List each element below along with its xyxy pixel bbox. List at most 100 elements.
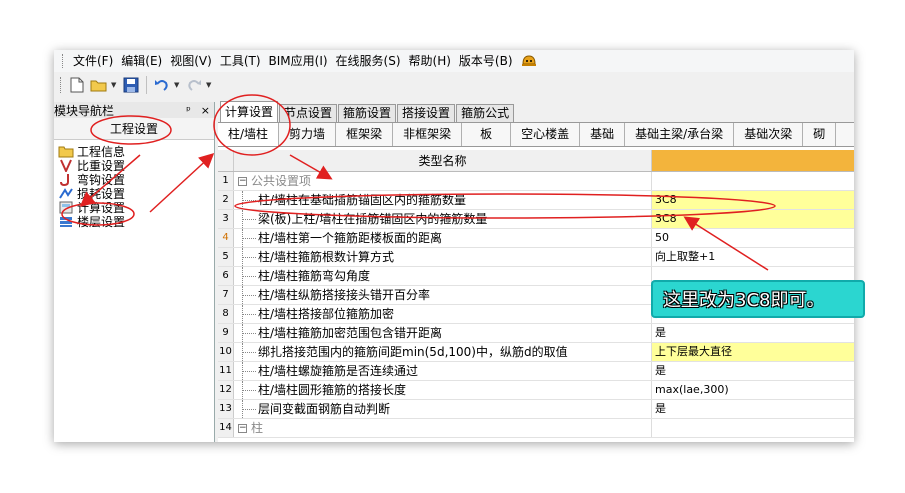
row-name-label: 梁(板)上柱/墙柱在插筋锚固区内的箍筋数量 bbox=[258, 212, 488, 226]
tree-line-icon bbox=[234, 362, 258, 380]
collapse-icon[interactable]: − bbox=[238, 176, 247, 186]
tab-masonry[interactable]: 砌 bbox=[803, 123, 837, 146]
row-value-cell[interactable]: max(lae,300) bbox=[652, 381, 854, 399]
module-navigation-titlebar: 模块导航栏 ᵖ × bbox=[54, 102, 214, 118]
row-value-cell[interactable]: 向上取整+1 bbox=[652, 248, 854, 266]
row-value-cell[interactable]: 3C8 bbox=[652, 210, 854, 228]
menu-bim[interactable]: BIM应用(I) bbox=[265, 50, 332, 72]
redo-dropdown-icon[interactable]: ▼ bbox=[206, 81, 214, 89]
row-value-cell bbox=[652, 419, 854, 437]
app-window: 文件(F) 编辑(E) 视图(V) 工具(T) BIM应用(I) 在线服务(S)… bbox=[54, 50, 854, 442]
tab-calc-settings[interactable]: 计算设置 bbox=[220, 101, 279, 122]
tab-shear-wall[interactable]: 剪力墙 bbox=[279, 123, 337, 146]
row-name-label: 柱/墙柱箍筋加密范围包含错开距离 bbox=[258, 326, 443, 340]
tree-line-icon bbox=[234, 286, 258, 304]
settings-pane: 计算设置 节点设置 箍筋设置 搭接设置 箍筋公式 柱/墙柱 剪力墙 框架梁 非框… bbox=[218, 101, 854, 442]
tab-node-settings[interactable]: 节点设置 bbox=[279, 104, 338, 122]
nav-item-floor-settings[interactable]: 楼层设置 bbox=[58, 214, 214, 229]
table-row[interactable]: 4 柱/墙柱第一个箍筋距楼板面的距离 50 bbox=[218, 229, 854, 248]
tree-line-icon bbox=[234, 248, 258, 266]
close-icon[interactable]: × bbox=[201, 104, 210, 117]
tree-line-icon bbox=[234, 191, 258, 209]
row-name-label: 柱/墙柱第一个箍筋距楼板面的距离 bbox=[258, 231, 443, 245]
row-name-label: 柱/墙柱搭接部位箍筋加密 bbox=[258, 307, 395, 321]
row-name-cell: 梁(板)上柱/墙柱在插筋锚固区内的箍筋数量 bbox=[234, 210, 652, 228]
redo-icon[interactable] bbox=[184, 75, 204, 95]
menu-file[interactable]: 文件(F) bbox=[69, 50, 117, 72]
tab-foundation-main-beam[interactable]: 基础主梁/承台梁 bbox=[625, 123, 735, 146]
menu-edit[interactable]: 编辑(E) bbox=[117, 50, 166, 72]
tab-frame-beam[interactable]: 框架梁 bbox=[336, 123, 394, 146]
new-file-icon[interactable] bbox=[67, 75, 87, 95]
row-name-label: 柱/墙柱箍筋弯勾角度 bbox=[258, 269, 371, 283]
row-number: 12 bbox=[218, 381, 234, 399]
tree-line-icon bbox=[234, 400, 258, 418]
settings-tabs: 计算设置 节点设置 箍筋设置 搭接设置 箍筋公式 bbox=[218, 101, 854, 123]
pin-icon[interactable]: ᵖ bbox=[186, 104, 191, 117]
tree-line-icon bbox=[234, 305, 258, 323]
row-number: 4 bbox=[218, 229, 234, 247]
hook-settings-icon bbox=[60, 173, 69, 186]
table-row[interactable]: 5 柱/墙柱箍筋根数计算方式 向上取整+1 bbox=[218, 248, 854, 267]
value-header bbox=[652, 150, 854, 171]
tab-foundation[interactable]: 基础 bbox=[580, 123, 626, 146]
tab-lap-settings[interactable]: 搭接设置 bbox=[397, 104, 456, 122]
tab-project-settings[interactable]: 工程设置 bbox=[54, 118, 214, 140]
menu-version[interactable]: 版本号(B) bbox=[455, 50, 517, 72]
tree-line-icon bbox=[234, 343, 258, 361]
tab-stirrup-settings[interactable]: 箍筋设置 bbox=[338, 104, 397, 122]
row-name-label: 柱/墙柱螺旋箍筋是否连续通过 bbox=[258, 364, 419, 378]
row-value-cell[interactable]: 是 bbox=[652, 400, 854, 418]
table-row[interactable]: 12 柱/墙柱圆形箍筋的搭接长度 max(lae,300) bbox=[218, 381, 854, 400]
menu-help[interactable]: 帮助(H) bbox=[405, 50, 455, 72]
tab-non-frame-beam[interactable]: 非框架梁 bbox=[393, 123, 463, 146]
tab-slab[interactable]: 板 bbox=[462, 123, 512, 146]
collapse-icon[interactable]: − bbox=[238, 423, 247, 433]
save-icon[interactable] bbox=[121, 75, 141, 95]
row-number: 8 bbox=[218, 305, 234, 323]
row-name-cell: 柱/墙柱纵筋搭接接头错开百分率 bbox=[234, 286, 652, 304]
undo-dropdown-icon[interactable]: ▼ bbox=[174, 81, 182, 89]
row-number: 5 bbox=[218, 248, 234, 266]
undo-icon[interactable] bbox=[152, 75, 172, 95]
table-row[interactable]: 13 层间变截面钢筋自动判断 是 bbox=[218, 400, 854, 419]
table-row[interactable]: 11 柱/墙柱螺旋箍筋是否连续通过 是 bbox=[218, 362, 854, 381]
table-row[interactable]: 3 梁(板)上柱/墙柱在插筋锚固区内的箍筋数量 3C8 bbox=[218, 210, 854, 229]
grid-header: 类型名称 bbox=[218, 150, 854, 172]
table-row[interactable]: 9 柱/墙柱箍筋加密范围包含错开距离 是 bbox=[218, 324, 854, 343]
row-value-cell[interactable]: 是 bbox=[652, 324, 854, 342]
group-row[interactable]: 14− 柱 bbox=[218, 419, 854, 438]
helmet-icon[interactable] bbox=[521, 54, 537, 68]
row-number-header bbox=[218, 150, 234, 171]
row-value-cell bbox=[652, 172, 854, 190]
open-folder-icon[interactable] bbox=[89, 75, 109, 95]
row-value-cell[interactable]: 3C8 bbox=[652, 191, 854, 209]
table-row[interactable]: 2 柱/墙柱在基础插筋锚固区内的箍筋数量 3C8 bbox=[218, 191, 854, 210]
tab-hollow-floor[interactable]: 空心楼盖 bbox=[511, 123, 581, 146]
row-value-cell[interactable]: 上下层最大直径 bbox=[652, 343, 854, 361]
nav-list: 工程信息 比重设置 弯钩设置 损耗设置 计算设置 楼层设置 bbox=[54, 140, 214, 229]
menu-view[interactable]: 视图(V) bbox=[166, 50, 216, 72]
group-row[interactable]: 1− 公共设置项 bbox=[218, 172, 854, 191]
menu-online-service[interactable]: 在线服务(S) bbox=[332, 50, 405, 72]
row-number: 14 bbox=[218, 419, 234, 437]
nav-item-label: 楼层设置 bbox=[77, 214, 126, 229]
instruction-callout: 这里改为3C8即可。 bbox=[651, 280, 865, 318]
tab-column[interactable]: 柱/墙柱 bbox=[218, 123, 280, 146]
table-row[interactable]: 10 绑扎搭接范围内的箍筋间距min(5d,100)中，纵筋d的取值 上下层最大直径 bbox=[218, 343, 854, 362]
calc-settings-icon bbox=[59, 201, 73, 213]
type-name-header: 类型名称 bbox=[234, 150, 652, 171]
row-name-label: 绑扎搭接范围内的箍筋间距min(5d,100)中，纵筋d的取值 bbox=[258, 345, 568, 359]
tab-foundation-secondary-beam[interactable]: 基础次梁 bbox=[734, 123, 804, 146]
menu-tools[interactable]: 工具(T) bbox=[216, 50, 265, 72]
weight-settings-icon bbox=[60, 159, 72, 172]
row-number: 11 bbox=[218, 362, 234, 380]
row-name-label: 公共设置项 bbox=[251, 174, 312, 188]
row-name-label: 柱/墙柱箍筋根数计算方式 bbox=[258, 250, 395, 264]
tab-stirrup-formula[interactable]: 箍筋公式 bbox=[456, 104, 515, 122]
toolbar-grip bbox=[60, 77, 63, 93]
open-dropdown-icon[interactable]: ▼ bbox=[111, 81, 119, 89]
row-number: 1 bbox=[218, 172, 234, 190]
row-value-cell[interactable]: 是 bbox=[652, 362, 854, 380]
row-value-cell[interactable]: 50 bbox=[652, 229, 854, 247]
